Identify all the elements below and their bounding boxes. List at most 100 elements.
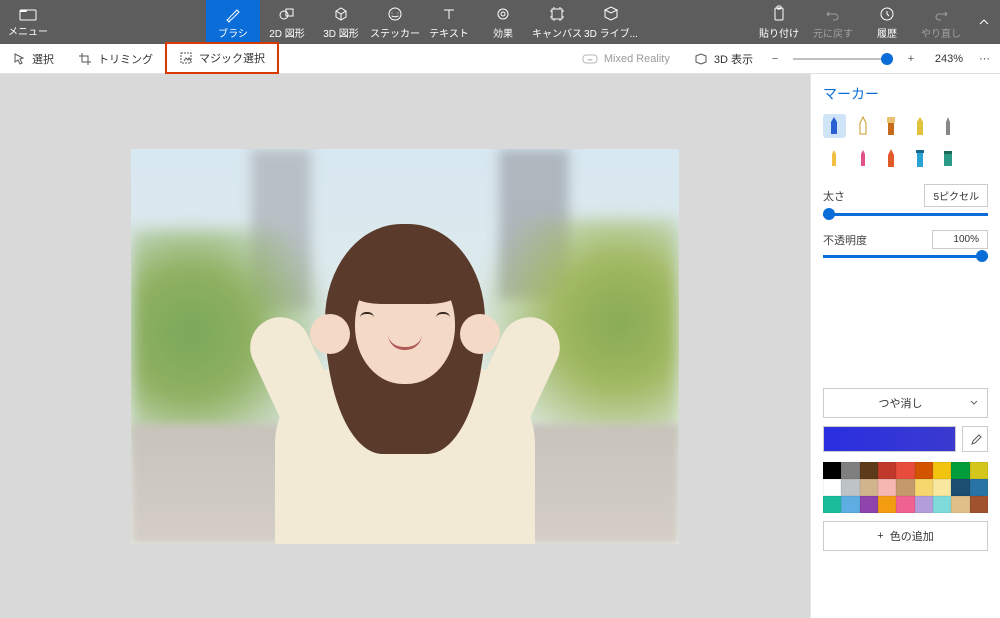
tool-watercolor[interactable] xyxy=(909,114,932,138)
color-swatch[interactable] xyxy=(896,496,914,513)
color-swatch[interactable] xyxy=(970,479,988,496)
color-swatch[interactable] xyxy=(951,462,969,479)
history-button[interactable]: 履歴 xyxy=(860,0,914,44)
tab-canvas[interactable]: キャンバス xyxy=(530,0,584,44)
chevron-up-icon xyxy=(977,15,991,29)
color-swatch[interactable] xyxy=(933,462,951,479)
undo-button[interactable]: 元に戻す xyxy=(806,0,860,44)
current-color[interactable] xyxy=(823,426,956,452)
tool-calligraphy[interactable] xyxy=(852,114,875,138)
color-swatch[interactable] xyxy=(878,479,896,496)
opacity-row: 不透明度 100% xyxy=(823,230,988,249)
collapse-button[interactable] xyxy=(968,0,1000,44)
color-swatch[interactable] xyxy=(841,462,859,479)
color-swatch[interactable] xyxy=(878,496,896,513)
slider-thumb[interactable] xyxy=(823,208,835,220)
history-icon xyxy=(878,5,896,23)
redo-button[interactable]: やり直し xyxy=(914,0,968,44)
finish-dropdown[interactable]: つや消し xyxy=(823,388,988,418)
color-swatch[interactable] xyxy=(933,479,951,496)
opacity-value[interactable]: 100% xyxy=(932,230,988,249)
tab-2d-shapes[interactable]: 2D 図形 xyxy=(260,0,314,44)
thickness-value[interactable]: 5ピクセル xyxy=(924,184,988,207)
color-swatch[interactable] xyxy=(860,462,878,479)
3d-view-button[interactable]: 3D 表示 xyxy=(682,44,765,73)
label: Mixed Reality xyxy=(604,53,670,65)
effects-icon xyxy=(494,5,512,23)
tab-label: 2D 図形 xyxy=(269,25,305,40)
color-swatch[interactable] xyxy=(823,462,841,479)
sub-toolbar: 選択 トリミング マジック選択 Mixed Reality 3D 表示 − + … xyxy=(0,44,1000,74)
crop-button[interactable]: トリミング xyxy=(66,44,165,73)
label: 履歴 xyxy=(877,25,897,40)
eyedropper-button[interactable] xyxy=(962,426,988,452)
color-swatch[interactable] xyxy=(970,496,988,513)
tab-3d-shapes[interactable]: 3D 図形 xyxy=(314,0,368,44)
magic-select-button[interactable]: マジック選択 xyxy=(165,42,279,74)
add-color-button[interactable]: + 色の追加 xyxy=(823,521,988,551)
color-swatch[interactable] xyxy=(951,496,969,513)
slider-thumb[interactable] xyxy=(976,250,988,262)
tool-spray[interactable] xyxy=(880,146,903,170)
tool-pixel-pen[interactable] xyxy=(823,146,846,170)
color-swatch[interactable] xyxy=(896,462,914,479)
zoom-out-button[interactable]: − xyxy=(765,53,785,65)
thickness-label: 太さ xyxy=(823,188,845,204)
color-swatch[interactable] xyxy=(823,496,841,513)
zoom-value[interactable]: 243% xyxy=(921,53,969,65)
plus-icon: + xyxy=(877,530,883,542)
menu-button[interactable]: メニュー xyxy=(0,0,56,44)
select-button[interactable]: 選択 xyxy=(0,44,66,73)
text-icon xyxy=(440,5,458,23)
color-swatch[interactable] xyxy=(915,479,933,496)
color-swatch[interactable] xyxy=(823,479,841,496)
more-button[interactable]: ⋯ xyxy=(969,52,1000,65)
color-swatch[interactable] xyxy=(915,462,933,479)
color-swatch[interactable] xyxy=(860,479,878,496)
magic-select-icon xyxy=(179,51,193,65)
color-swatch[interactable] xyxy=(896,479,914,496)
tool-fill[interactable] xyxy=(909,146,932,170)
sticker-icon xyxy=(386,5,404,23)
color-swatch[interactable] xyxy=(860,496,878,513)
current-color-row xyxy=(823,426,988,452)
thickness-row: 太さ 5ピクセル xyxy=(823,184,988,207)
tab-3d-library[interactable]: 3D ライブ... xyxy=(584,0,638,44)
color-swatch[interactable] xyxy=(841,496,859,513)
slider-thumb[interactable] xyxy=(881,53,893,65)
tab-effects[interactable]: 効果 xyxy=(476,0,530,44)
tab-stickers[interactable]: ステッカー xyxy=(368,0,422,44)
cursor-icon xyxy=(12,52,26,66)
tool-crayon[interactable] xyxy=(852,146,875,170)
paste-button[interactable]: 貼り付け xyxy=(752,0,806,44)
topbar-right: 貼り付け 元に戻す 履歴 やり直し xyxy=(752,0,1000,44)
tab-label: キャンバス xyxy=(532,25,582,40)
color-swatch[interactable] xyxy=(878,462,896,479)
color-swatch[interactable] xyxy=(933,496,951,513)
tab-text[interactable]: テキスト xyxy=(422,0,476,44)
color-swatch[interactable] xyxy=(915,496,933,513)
thickness-slider[interactable] xyxy=(823,213,988,216)
label: 3D 表示 xyxy=(714,51,753,67)
cube-outline-icon xyxy=(694,52,708,66)
tool-marker[interactable] xyxy=(823,114,846,138)
label: 元に戻す xyxy=(813,25,853,40)
opacity-slider[interactable] xyxy=(823,255,988,258)
tab-brush[interactable]: ブラシ xyxy=(206,0,260,44)
label: マジック選択 xyxy=(199,50,265,66)
brush-tools-row2 xyxy=(823,146,988,170)
finish-label: つや消し xyxy=(832,395,969,411)
tool-oil-brush[interactable] xyxy=(880,114,903,138)
tab-label: ブラシ xyxy=(218,25,248,40)
color-swatch[interactable] xyxy=(841,479,859,496)
zoom-slider[interactable] xyxy=(793,58,893,60)
zoom-in-button[interactable]: + xyxy=(901,53,921,65)
tab-label: 効果 xyxy=(493,25,513,40)
color-swatch[interactable] xyxy=(970,462,988,479)
tool-pencil[interactable] xyxy=(937,114,960,138)
canvas-area[interactable] xyxy=(0,74,810,618)
tool-eraser2[interactable] xyxy=(937,146,960,170)
color-swatch[interactable] xyxy=(951,479,969,496)
image-canvas[interactable] xyxy=(131,149,679,544)
top-toolbar: メニュー ブラシ 2D 図形 3D 図形 ステッカー テキスト 効果 キャン xyxy=(0,0,1000,44)
